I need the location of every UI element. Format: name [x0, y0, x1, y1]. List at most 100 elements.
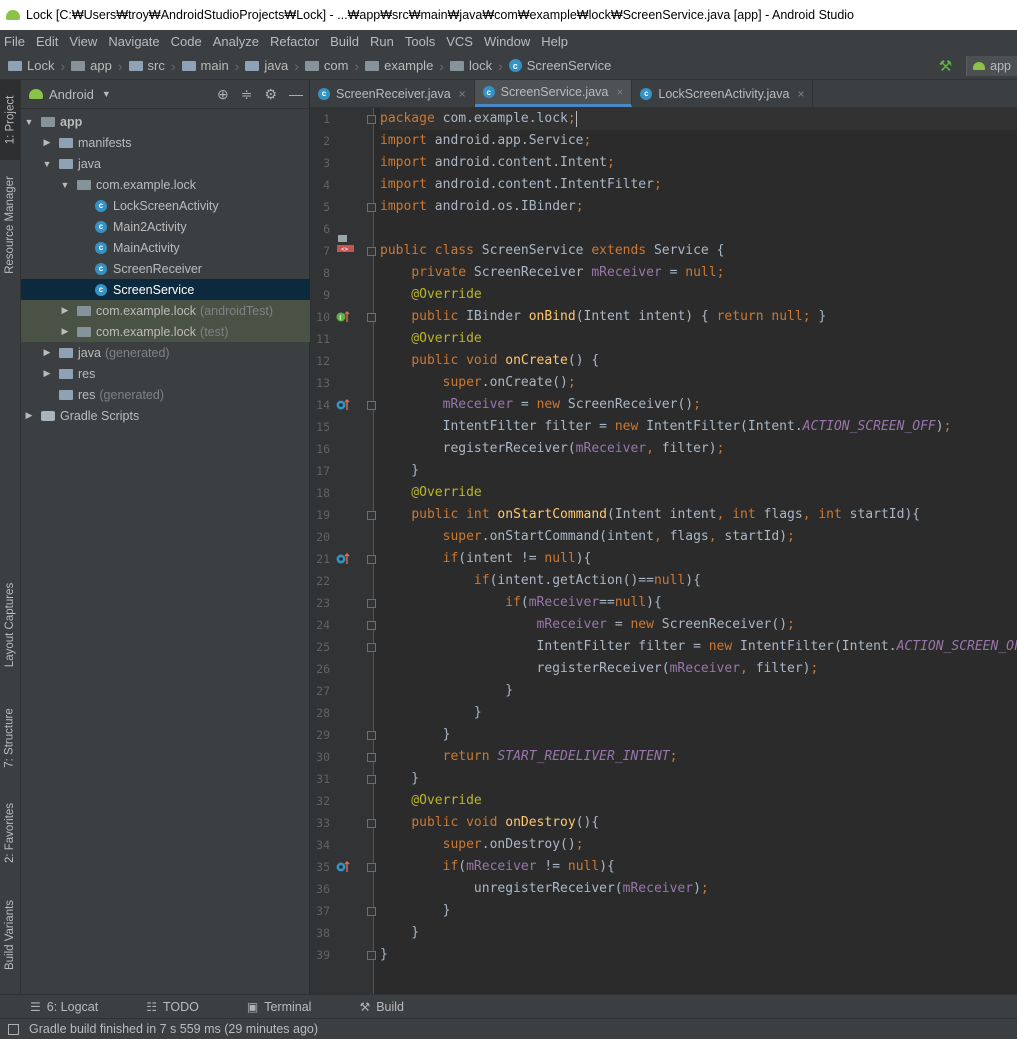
expand-right-icon: ▶ [25, 410, 33, 420]
svg-text:<>: <> [341, 246, 349, 253]
expand-right-icon: ▶ [61, 305, 69, 315]
fold-toggle-icon[interactable] [367, 401, 376, 410]
menu-build[interactable]: Build [330, 34, 359, 49]
fold-toggle-icon[interactable] [367, 819, 376, 828]
close-icon[interactable]: × [797, 87, 804, 101]
fold-toggle-icon[interactable] [367, 247, 376, 256]
editor-gutter[interactable]: 1 2 3 4 5 6 7 <> 8 9 10 I 11 12 13 14 15 16 17 18 19 20 21 22 23… [310, 108, 376, 994]
tool-tab-build[interactable]: ⚒ Build [359, 1000, 428, 1014]
close-icon[interactable]: × [616, 85, 623, 99]
tool-tab-todo[interactable]: ☷ TODO [146, 1000, 223, 1014]
tree-item-res-generated[interactable]: res (generated) [21, 384, 329, 405]
toggle-tool-windows-icon[interactable] [8, 1023, 19, 1035]
code-line: package com.example.lock; [380, 110, 577, 127]
tree-item-package-androidtest[interactable]: ▶ com.example.lock (androidTest) [21, 300, 347, 321]
menu-window[interactable]: Window [484, 34, 530, 49]
menu-navigate[interactable]: Navigate [108, 34, 159, 49]
fold-toggle-icon[interactable] [367, 115, 376, 124]
breadcrumb-item-lock-pkg[interactable]: lock [449, 58, 492, 73]
project-view-selector[interactable]: Android ▼ ⊕ ≑ ⚙ — [21, 80, 309, 109]
code-editor: c ScreenReceiver.java × c ScreenService.… [310, 80, 1017, 994]
code-line: super.onCreate(); [442, 375, 576, 390]
breadcrumb-item-example[interactable]: example [365, 58, 433, 73]
tree-item-package-main[interactable]: ▼ com.example.lock [21, 174, 347, 195]
android-manifest-icon[interactable]: <> [336, 234, 355, 253]
tab-lockscreenactivity[interactable]: c LockScreenActivity.java × [632, 80, 814, 107]
fold-toggle-icon[interactable] [367, 555, 376, 564]
window-title: Lock [C:₩Users₩troy₩AndroidStudioProject… [26, 8, 855, 22]
tree-item-qualifier: (generated) [104, 345, 170, 360]
menu-refactor[interactable]: Refactor [270, 34, 319, 49]
fold-toggle-icon[interactable] [367, 775, 376, 784]
menu-run[interactable]: Run [370, 34, 394, 49]
tool-tab-build-variants[interactable]: Build Variants [0, 885, 20, 985]
tree-item-gradle-scripts[interactable]: ▶ Gradle Scripts [21, 405, 311, 426]
tool-tab-logcat[interactable]: ☰ 6: Logcat [30, 1000, 122, 1014]
line-number: 33 [316, 816, 330, 830]
tool-tab-resource-manager[interactable]: Resource Manager [0, 170, 20, 280]
run-configuration-select[interactable]: app [966, 56, 1017, 76]
menu-analyze[interactable]: Analyze [213, 34, 259, 49]
breadcrumb-item-java[interactable]: java [245, 58, 288, 73]
folder-icon [181, 60, 196, 71]
fold-toggle-icon[interactable] [367, 599, 376, 608]
tool-tab-terminal[interactable]: ▣ Terminal [247, 1000, 336, 1014]
fold-toggle-icon[interactable] [367, 643, 376, 652]
left-tool-strip: 1: Project Resource Manager Layout Captu… [0, 80, 21, 994]
tree-item-java[interactable]: ▼ java [21, 153, 329, 174]
menu-code[interactable]: Code [171, 34, 202, 49]
menu-tools[interactable]: Tools [405, 34, 435, 49]
fold-toggle-icon[interactable] [367, 753, 376, 762]
breadcrumb-item-app[interactable]: app [71, 58, 112, 73]
breadcrumb-label: app [90, 58, 112, 73]
menu-edit[interactable]: Edit [36, 34, 58, 49]
gradle-icon [41, 410, 55, 421]
fold-toggle-icon[interactable] [367, 621, 376, 630]
tool-tab-layout-captures[interactable]: Layout Captures [0, 570, 20, 680]
tool-tab-label: Terminal [264, 999, 312, 1014]
breadcrumb-item-lock[interactable]: Lock [8, 58, 54, 73]
class-icon: c [508, 59, 522, 72]
tree-item-res[interactable]: ▶ res [21, 363, 329, 384]
fold-toggle-icon[interactable] [367, 313, 376, 322]
hide-panel-icon[interactable]: — [289, 86, 303, 102]
project-panel: Android ▼ ⊕ ≑ ⚙ — ▼ app ▶ manifests ▼ java … [21, 80, 383, 994]
overrides-method-icon[interactable] [336, 552, 350, 566]
make-project-hammer-icon[interactable]: ⚒ [939, 57, 952, 75]
implements-method-icon[interactable]: I [336, 310, 350, 324]
locate-target-icon[interactable]: ⊕ [217, 86, 229, 103]
fold-toggle-icon[interactable] [367, 907, 376, 916]
fold-toggle-icon[interactable] [367, 731, 376, 740]
breadcrumb-item-src[interactable]: src [128, 58, 165, 73]
code-area[interactable]: package com.example.lock; import android.… [380, 108, 1017, 994]
breadcrumb-item-screenservice[interactable]: c ScreenService [508, 58, 611, 73]
collapse-all-icon[interactable]: ≑ [241, 86, 253, 103]
breadcrumb-item-com[interactable]: com [304, 58, 348, 73]
fold-toggle-icon[interactable] [367, 511, 376, 520]
tool-tab-favorites[interactable]: 2: Favorites [0, 790, 20, 875]
close-icon[interactable]: × [459, 87, 466, 101]
code-line: if(mReceiver==null){ [505, 595, 662, 610]
folder-icon [59, 137, 73, 148]
overrides-method-icon[interactable] [336, 860, 350, 874]
class-icon: c [640, 87, 653, 100]
fold-toggle-icon[interactable] [367, 951, 376, 960]
tool-tab-structure[interactable]: 7: Structure [0, 695, 20, 780]
gear-icon[interactable]: ⚙ [264, 86, 277, 103]
line-number: 7 [323, 244, 330, 258]
fold-toggle-icon[interactable] [367, 203, 376, 212]
tab-screenservice[interactable]: c ScreenService.java × [474, 80, 633, 107]
menu-vcs[interactable]: VCS [446, 34, 473, 49]
tree-item-package-test[interactable]: ▶ com.example.lock (test) [21, 321, 347, 342]
menu-view[interactable]: View [69, 34, 97, 49]
menu-file[interactable]: File [4, 34, 25, 49]
overrides-method-icon[interactable] [336, 398, 350, 412]
tree-item-java-generated[interactable]: ▶ java (generated) [21, 342, 329, 363]
tool-tab-project[interactable]: 1: Project [0, 80, 20, 160]
menu-help[interactable]: Help [541, 34, 568, 49]
tree-item-app[interactable]: ▼ app [21, 111, 311, 132]
breadcrumb-item-main[interactable]: main [181, 58, 229, 73]
tree-item-manifests[interactable]: ▶ manifests [21, 132, 329, 153]
tab-screenreceiver[interactable]: c ScreenReceiver.java × [310, 80, 475, 107]
fold-toggle-icon[interactable] [367, 863, 376, 872]
